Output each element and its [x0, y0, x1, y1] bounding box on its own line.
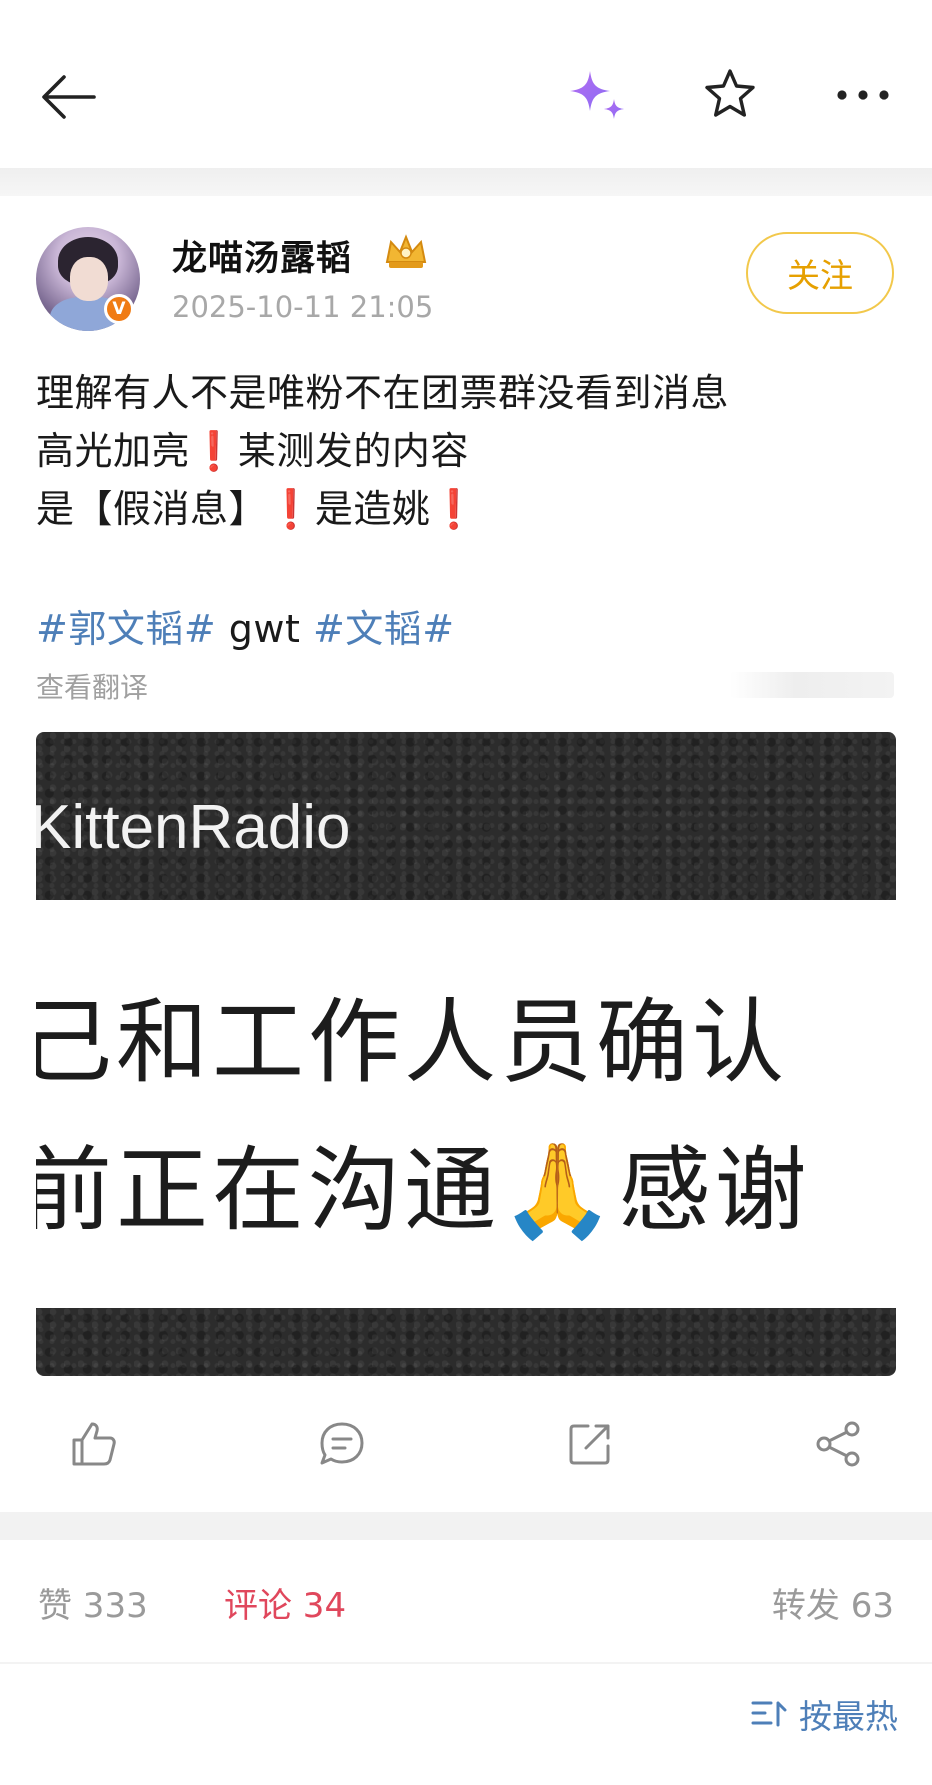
post-text-segment: gwt	[216, 607, 313, 651]
reposts-tab[interactable]: 转发 63	[772, 1578, 894, 1627]
comment-button[interactable]	[316, 1418, 368, 1470]
image-text: 己和工作人员确认	[36, 989, 789, 1096]
post-text-segment: 理解有人不是唯粉不在团票群没看到消息	[36, 371, 730, 415]
verified-badge: V	[104, 294, 134, 324]
follow-button[interactable]: 关注	[746, 232, 894, 314]
like-button[interactable]	[68, 1418, 120, 1470]
sort-button[interactable]: 按最热	[751, 1690, 898, 1738]
image-text: 感谢	[618, 1137, 811, 1244]
repost-icon	[569, 1424, 610, 1465]
translate-link[interactable]: 查看翻译	[36, 666, 148, 706]
divider-band	[0, 168, 932, 196]
image-text: KittenRadio	[36, 793, 351, 862]
post-text-segment: 高光加亮	[36, 429, 191, 473]
share-icon	[816, 1421, 860, 1467]
exclamation-emoji: ❗	[190, 429, 238, 473]
star-outline-icon	[705, 69, 755, 117]
more-button[interactable]	[832, 80, 894, 110]
share-button[interactable]	[812, 1418, 864, 1470]
post-text-line: 高光加亮❗某测发的内容	[36, 420, 469, 475]
post-text-line: 理解有人不是唯粉不在团票群没看到消息	[36, 362, 729, 417]
faded-placeholder	[730, 672, 894, 698]
post-text-segment: 是【假消息】	[36, 487, 268, 531]
exclamation-emoji: ❗	[430, 487, 479, 531]
exclamation-emoji: ❗	[267, 487, 315, 531]
divider	[0, 1662, 932, 1664]
crown-icon	[383, 232, 429, 276]
hashtag-line: #郭文韬# gwt #文韬#	[36, 598, 455, 653]
favorite-button[interactable]	[700, 64, 760, 124]
thumbs-up-icon	[72, 1422, 116, 1466]
sparkle-icon	[570, 71, 624, 119]
top-bar	[0, 0, 932, 168]
comments-tab[interactable]: 评论 34	[224, 1578, 346, 1627]
post-text-line: 是【假消息】❗是造姚❗	[36, 478, 478, 533]
hashtag-link[interactable]: #文韬#	[313, 607, 455, 651]
post-image[interactable]: KittenRadio 己和工作人员确认 前正在沟通🙏感谢	[36, 732, 896, 1376]
hashtag-link[interactable]: #郭文韬#	[36, 607, 216, 651]
post-time: 2025-10-11 21:05	[172, 290, 434, 324]
image-text-line: 前正在沟通🙏感谢	[36, 1116, 811, 1249]
author-name[interactable]: 龙喵汤露韬	[172, 230, 352, 281]
likes-tab[interactable]: 赞 333	[38, 1578, 148, 1627]
post-text-segment: 是造姚	[314, 487, 431, 531]
post-text-segment: 某测发的内容	[237, 429, 469, 473]
ai-assistant-button[interactable]	[562, 66, 632, 126]
repost-button[interactable]	[564, 1418, 616, 1470]
arrow-left-icon	[42, 75, 96, 119]
back-button[interactable]	[36, 64, 102, 130]
image-dark-band	[36, 1308, 896, 1376]
comment-icon	[320, 1422, 364, 1465]
section-divider	[0, 1512, 932, 1540]
sort-icon	[751, 1701, 787, 1727]
sort-label: 按最热	[799, 1697, 898, 1736]
more-horizontal-icon	[837, 90, 889, 100]
pray-emoji: 🙏	[500, 1137, 619, 1244]
image-text: 前正在沟通	[36, 1137, 501, 1244]
